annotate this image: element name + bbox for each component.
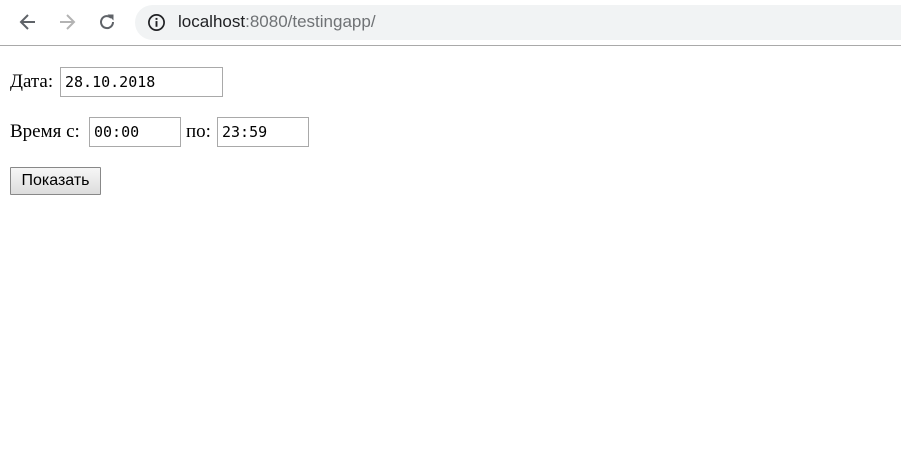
address-bar[interactable]: localhost:8080/testingapp/: [135, 5, 901, 40]
forward-arrow-icon: [60, 14, 76, 30]
page-content: Дата: Время с: по: Показать: [0, 46, 901, 452]
back-arrow-icon: [19, 14, 35, 30]
time-to-label: по:: [186, 121, 211, 142]
forward-button[interactable]: [53, 8, 81, 36]
time-from-label: Время с:: [10, 121, 80, 142]
back-button[interactable]: [14, 8, 42, 36]
info-icon[interactable]: [147, 13, 166, 32]
browser-toolbar: localhost:8080/testingapp/: [0, 0, 901, 46]
url-path: :8080/testingapp/: [245, 12, 376, 31]
time-to-field[interactable]: [217, 117, 309, 147]
date-label: Дата:: [10, 71, 54, 92]
show-button[interactable]: Показать: [10, 167, 101, 195]
reload-icon: [100, 14, 115, 30]
reload-button[interactable]: [93, 8, 121, 36]
url-host: localhost: [178, 12, 246, 31]
date-field[interactable]: [60, 67, 223, 97]
url-text[interactable]: localhost:8080/testingapp/: [178, 12, 376, 32]
time-from-field[interactable]: [89, 117, 181, 147]
